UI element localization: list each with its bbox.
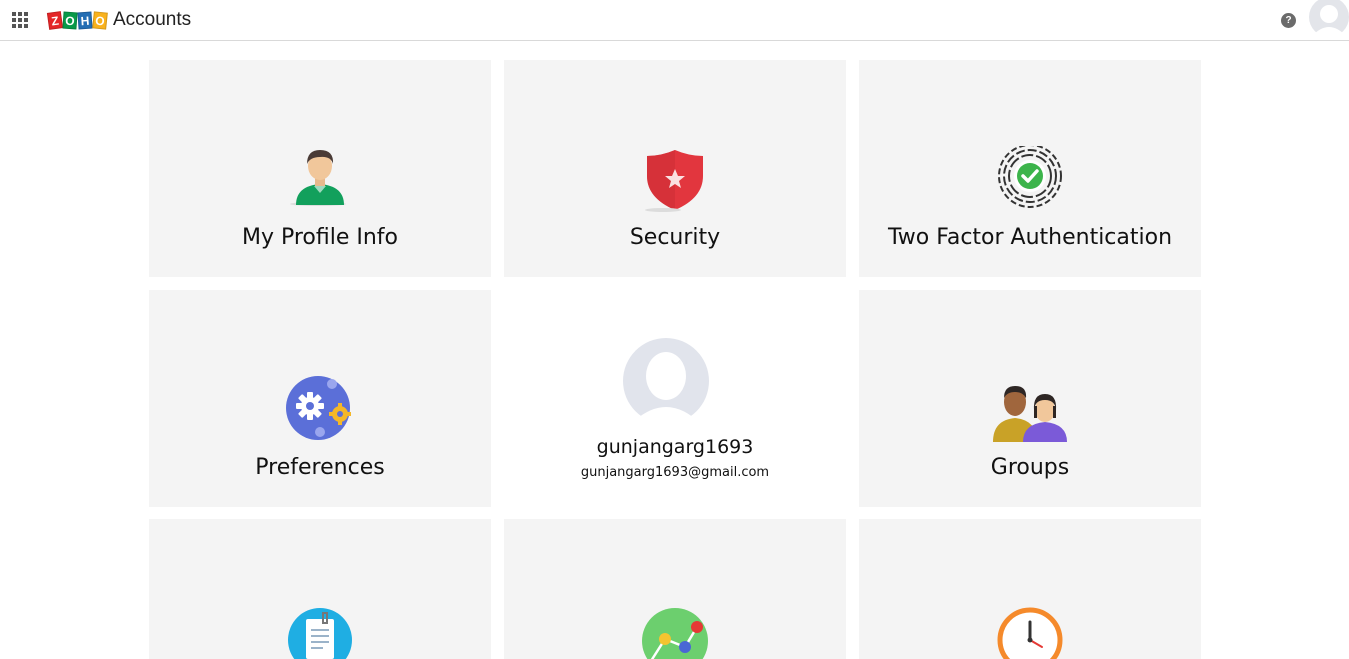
tile-label: Preferences <box>255 455 385 480</box>
logo-letter-o: O <box>62 11 78 29</box>
group-users-icon <box>991 376 1069 446</box>
tile-two-factor-authentication[interactable]: Two Factor Authentication <box>859 60 1201 277</box>
tile-label: My Profile Info <box>241 225 399 250</box>
fingerprint-check-icon <box>997 144 1063 216</box>
tile-label: Two Factor Authentication <box>887 225 1173 250</box>
tile-groups[interactable]: Groups <box>859 290 1201 507</box>
tile-security[interactable]: Security <box>504 60 846 277</box>
profile-picture[interactable] <box>623 338 709 424</box>
tile-label: Security <box>629 225 721 250</box>
zoho-logo[interactable]: Z O H O <box>46 9 108 31</box>
tile-clock[interactable] <box>859 519 1201 659</box>
logo-letter-z: Z <box>46 10 64 30</box>
gears-icon <box>286 376 354 446</box>
shield-star-icon <box>643 146 707 216</box>
tile-label: Groups <box>990 455 1070 480</box>
app-title: Accounts <box>113 9 192 30</box>
profile-email: gunjangarg1693@gmail.com <box>580 465 770 480</box>
clipboard-icon <box>287 607 353 659</box>
profile-username: gunjangarg1693 <box>596 436 754 458</box>
tile-network[interactable] <box>504 519 846 659</box>
network-graph-icon <box>641 607 709 659</box>
clock-icon <box>997 607 1063 659</box>
help-icon[interactable]: ? <box>1281 13 1296 28</box>
tile-clipboard[interactable] <box>149 519 491 659</box>
user-avatar[interactable] <box>1309 0 1349 36</box>
top-header: Z O H O Accounts ? <box>0 0 1349 41</box>
logo-letter-o2: O <box>92 10 108 30</box>
profile-card: gunjangarg1693 gunjangarg1693@gmail.com <box>504 290 846 507</box>
apps-grid-icon[interactable] <box>12 12 28 28</box>
person-icon <box>288 146 352 210</box>
logo-letter-h: H <box>77 11 93 29</box>
tile-preferences[interactable]: Preferences <box>149 290 491 507</box>
tile-my-profile-info[interactable]: My Profile Info <box>149 60 491 277</box>
